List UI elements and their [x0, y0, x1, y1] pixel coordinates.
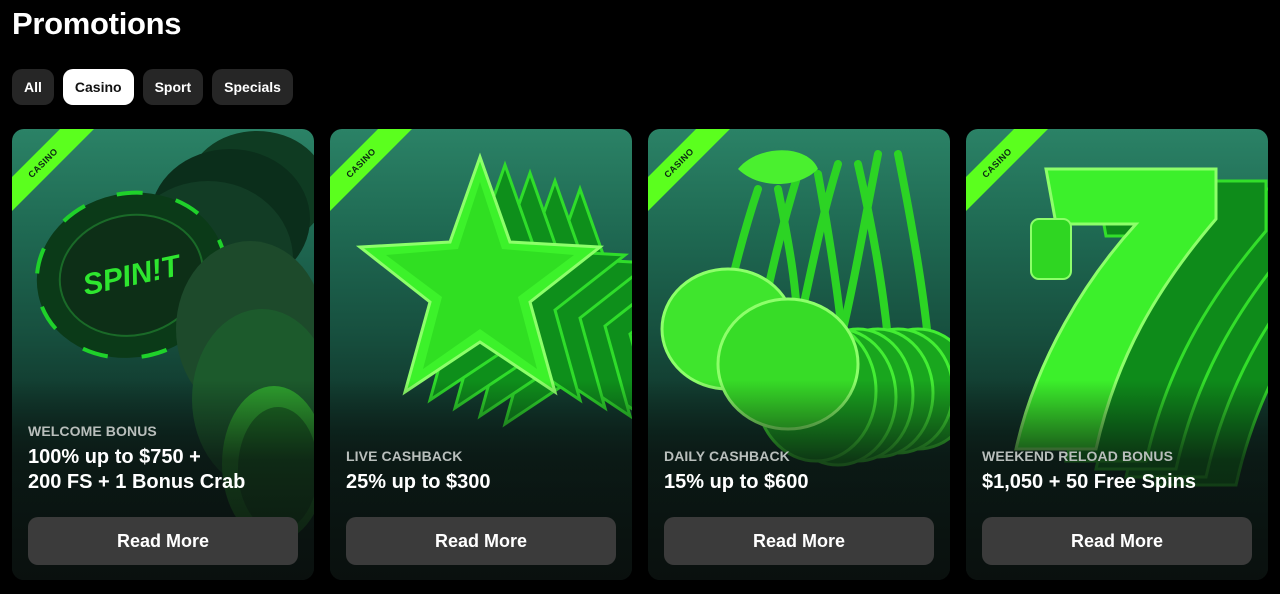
promo-kicker: DAILY CASHBACK	[664, 448, 790, 464]
promo-card-weekend-reload[interactable]: CASINO WEEKEND RELOAD BONUS $1,050 + 50 …	[966, 129, 1268, 580]
promotion-cards: SPIN!T CASINO WELCOME BONUS 100% up to $…	[12, 129, 1268, 580]
promo-headline: 100% up to $750 + 200 FS + 1 Bonus Crab	[28, 446, 246, 493]
category-filters: All Casino Sport Specials	[12, 69, 293, 105]
promo-kicker: WEEKEND RELOAD BONUS	[982, 448, 1174, 464]
promo-text: DAILY CASHBACK 15% up to $600	[664, 448, 934, 495]
promo-headline: $1,050 + 50 Free Spins	[982, 471, 1197, 493]
promo-text: WEEKEND RELOAD BONUS $1,050 + 50 Free Sp…	[982, 448, 1252, 495]
filter-all[interactable]: All	[12, 69, 54, 105]
read-more-button[interactable]: Read More	[346, 517, 616, 565]
promo-kicker: LIVE CASHBACK	[346, 448, 463, 464]
promo-card-daily-cashback[interactable]: CASINO DAILY CASHBACK 15% up to $600 Rea…	[648, 129, 950, 580]
filter-casino[interactable]: Casino	[62, 69, 134, 105]
read-more-button[interactable]: Read More	[982, 517, 1252, 565]
filter-specials[interactable]: Specials	[212, 69, 293, 105]
promo-text: LIVE CASHBACK 25% up to $300	[346, 448, 616, 495]
promo-card-welcome-bonus[interactable]: SPIN!T CASINO WELCOME BONUS 100% up to $…	[12, 129, 314, 580]
read-more-button[interactable]: Read More	[28, 517, 298, 565]
promo-headline: 15% up to $600	[664, 471, 809, 493]
filter-sport[interactable]: Sport	[142, 69, 204, 105]
promo-card-live-cashback[interactable]: CASINO LIVE CASHBACK 25% up to $300 Read…	[330, 129, 632, 580]
promo-kicker: WELCOME BONUS	[28, 423, 157, 439]
promo-text: WELCOME BONUS 100% up to $750 + 200 FS +…	[28, 423, 298, 495]
page-title: Promotions	[12, 6, 182, 41]
promo-headline: 25% up to $300	[346, 471, 491, 493]
read-more-button[interactable]: Read More	[664, 517, 934, 565]
